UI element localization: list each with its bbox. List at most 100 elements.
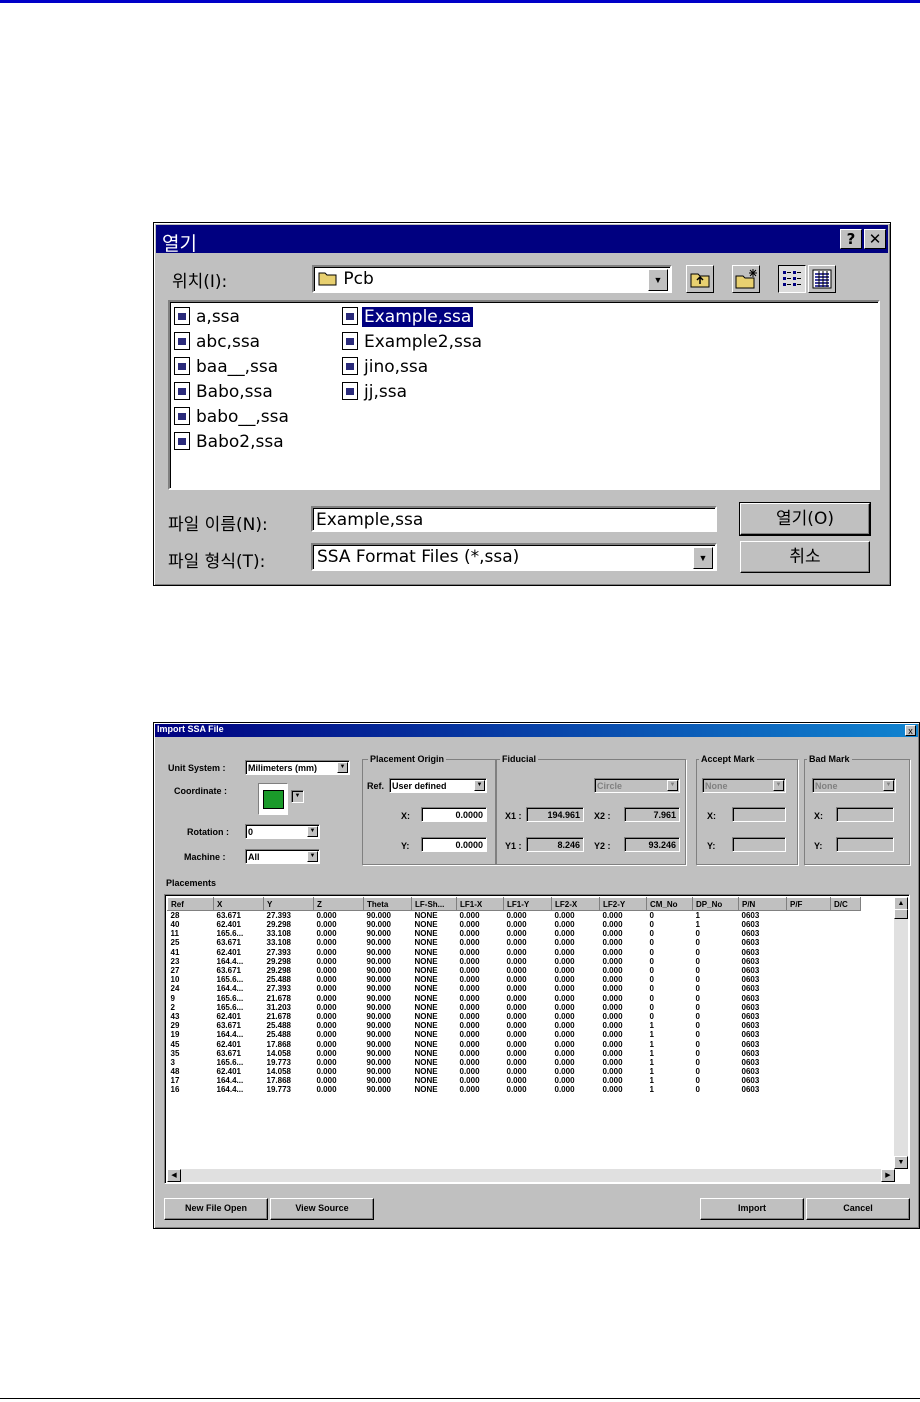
table-row[interactable]: 9 165.6... 21.678 0.000 90.000 NONE 0.000 0.000… xyxy=(168,994,861,1003)
list-view-button[interactable] xyxy=(778,265,806,293)
new-folder-button[interactable] xyxy=(732,265,760,293)
table-row[interactable]: 19 164.4... 25.488 0.000 90.000 NONE 0.000 0.00… xyxy=(168,1030,861,1039)
unit-system-combo[interactable]: Milimeters (mm) ▼ xyxy=(245,760,350,775)
file-list[interactable]: a,ssa abc,ssa baa__,ssa Babo,ssa babo__,… xyxy=(168,300,880,490)
column-header[interactable]: P/N xyxy=(738,897,787,911)
close-button[interactable]: x xyxy=(905,725,916,736)
table-cell: 21.678 xyxy=(266,1011,291,1021)
table-row[interactable]: 41 62.401 27.393 0.000 90.000 NONE 0.000 0.000 0… xyxy=(168,948,861,957)
details-view-button[interactable] xyxy=(808,265,836,293)
cancel-button[interactable]: Cancel xyxy=(806,1198,910,1220)
location-combo[interactable]: Pcb ▼ xyxy=(312,265,672,293)
column-header[interactable]: CM_No xyxy=(646,897,693,911)
horizontal-scrollbar[interactable]: ◀ ▶ xyxy=(167,1169,895,1182)
column-header[interactable]: LF2-Y xyxy=(599,897,647,911)
filetype-dropdown-button[interactable]: ▼ xyxy=(693,547,713,569)
table-cell xyxy=(787,929,831,938)
view-source-button[interactable]: View Source xyxy=(270,1198,374,1220)
filename-input[interactable] xyxy=(316,510,702,530)
placements-grid[interactable]: Ref X Y Z Theta LF-Sh... LF1-X LF1-Y LF2-X LF2-Y C… xyxy=(164,894,910,1184)
chevron-down-icon[interactable]: ▼ xyxy=(307,851,318,862)
list-item[interactable]: babo__,ssa xyxy=(174,407,291,429)
table-cell: 0 xyxy=(695,1011,700,1021)
column-header[interactable]: D/C xyxy=(830,897,861,911)
table-row[interactable]: 17 164.4... 17.868 0.000 90.000 NONE 0.000 0.00… xyxy=(168,1076,861,1085)
column-header[interactable]: Y xyxy=(263,897,314,911)
scroll-left-icon[interactable]: ◀ xyxy=(167,1169,181,1182)
table-row[interactable]: 2 165.6... 31.203 0.000 90.000 NONE 0.000 0.000… xyxy=(168,1003,861,1012)
fiducial-shape-combo[interactable]: Circle ▼ xyxy=(594,778,680,793)
y1-value: 8.246 xyxy=(557,840,580,850)
table-row[interactable]: 48 62.401 14.058 0.000 90.000 NONE 0.000 0.000 0… xyxy=(168,1067,861,1076)
table-cell: 0.000 xyxy=(459,920,480,930)
table-cell: NONE xyxy=(414,993,438,1003)
import-button[interactable]: Import xyxy=(700,1198,804,1220)
table-row[interactable]: 3 165.6... 19.773 0.000 90.000 NONE 0.000 0.000… xyxy=(168,1058,861,1067)
origin-y-field[interactable]: 0.0000 xyxy=(421,837,487,852)
y2-label: Y2 : xyxy=(594,841,611,851)
chevron-down-icon[interactable]: ▼ xyxy=(307,826,318,837)
chevron-down-icon[interactable]: ▼ xyxy=(667,780,678,791)
coordinate-picker[interactable] xyxy=(258,783,288,815)
cancel-button[interactable]: 취소 xyxy=(740,541,870,573)
vertical-scrollbar[interactable]: ▲ ▼ xyxy=(894,897,908,1169)
list-item[interactable]: Example2,ssa xyxy=(342,332,484,354)
scroll-down-icon[interactable]: ▼ xyxy=(894,1156,908,1169)
table-row[interactable]: 28 63.671 27.393 0.000 90.000 NONE 0.000 0.000 0… xyxy=(168,911,861,921)
table-row[interactable]: 43 62.401 21.678 0.000 90.000 NONE 0.000 0.000 0… xyxy=(168,1012,861,1021)
open-button[interactable]: 열기(O) xyxy=(739,502,871,536)
list-item[interactable]: jj,ssa xyxy=(342,382,409,404)
location-dropdown-button[interactable]: ▼ xyxy=(648,269,668,291)
chevron-down-icon[interactable]: ▼ xyxy=(337,762,348,773)
close-button[interactable]: ✕ xyxy=(864,229,886,249)
list-item[interactable]: jino,ssa xyxy=(342,357,430,379)
rotation-combo[interactable]: 0 ▼ xyxy=(245,824,320,839)
table-row[interactable]: 24 164.4... 27.393 0.000 90.000 NONE 0.000 0.00… xyxy=(168,984,861,993)
column-header[interactable]: P/F xyxy=(786,897,831,911)
column-header[interactable]: Ref xyxy=(167,897,214,911)
table-row[interactable]: 16 164.4... 19.773 0.000 90.000 NONE 0.000 0.00… xyxy=(168,1085,861,1094)
filename-field[interactable] xyxy=(311,506,717,532)
table-cell xyxy=(787,957,831,966)
table-row[interactable]: 11 165.6... 33.108 0.000 90.000 NONE 0.000 0.00… xyxy=(168,929,861,938)
column-header[interactable]: DP_No xyxy=(692,897,739,911)
list-item[interactable]: baa__,ssa xyxy=(174,357,280,379)
list-item[interactable]: a,ssa xyxy=(174,307,242,329)
column-header[interactable]: LF2-X xyxy=(551,897,600,911)
column-header[interactable]: Z xyxy=(313,897,364,911)
table-row[interactable]: 27 63.671 29.298 0.000 90.000 NONE 0.000 0.000 0… xyxy=(168,966,861,975)
list-item[interactable]: abc,ssa xyxy=(174,332,262,354)
column-header[interactable]: LF1-Y xyxy=(503,897,552,911)
list-item[interactable]: Babo2,ssa xyxy=(174,432,286,454)
filetype-combo[interactable]: SSA Format Files (*,ssa) ▼ xyxy=(311,543,717,571)
table-cell: 0603 xyxy=(741,1030,760,1040)
column-header[interactable]: LF1-X xyxy=(456,897,504,911)
scroll-thumb[interactable] xyxy=(894,909,908,919)
placements-table[interactable]: Ref X Y Z Theta LF-Sh... LF1-X LF1-Y LF2-X LF2-Y C… xyxy=(167,897,861,1095)
table-cell: 90.000 xyxy=(366,911,391,920)
help-button[interactable]: ? xyxy=(840,229,862,249)
column-header[interactable]: Theta xyxy=(363,897,412,911)
table-cell: 0 xyxy=(695,956,700,966)
table-row[interactable]: 40 62.401 29.298 0.000 90.000 NONE 0.000 0.000 0… xyxy=(168,920,861,929)
table-row[interactable]: 25 63.671 33.108 0.000 90.000 NONE 0.000 0.000 0… xyxy=(168,938,861,947)
list-item[interactable]: Babo,ssa xyxy=(174,382,275,404)
column-header[interactable]: X xyxy=(213,897,264,911)
column-header[interactable]: LF-Sh... xyxy=(411,897,457,911)
table-row[interactable]: 45 62.401 17.868 0.000 90.000 NONE 0.000 0.000 0… xyxy=(168,1039,861,1049)
table-row[interactable]: 35 63.671 14.058 0.000 90.000 NONE 0.000 0.000 0… xyxy=(168,1049,861,1058)
machine-combo[interactable]: All ▼ xyxy=(245,849,320,864)
scroll-right-icon[interactable]: ▶ xyxy=(881,1169,895,1182)
coordinate-dropdown-button[interactable]: ▼ xyxy=(291,790,304,803)
table-cell xyxy=(787,1076,831,1085)
ref-combo[interactable]: User defined ▼ xyxy=(389,778,487,793)
table-row[interactable]: 23 164.4... 29.298 0.000 90.000 NONE 0.000 0.00… xyxy=(168,957,861,966)
list-item-selected[interactable]: Example,ssa xyxy=(342,306,475,329)
up-one-level-button[interactable] xyxy=(686,265,714,293)
chevron-down-icon[interactable]: ▼ xyxy=(474,780,485,791)
new-file-open-button[interactable]: New File Open xyxy=(164,1198,268,1220)
table-cell: 164.4... xyxy=(216,1030,244,1040)
table-row[interactable]: 29 63.671 25.488 0.000 90.000 NONE 0.000 0.000 0… xyxy=(168,1021,861,1030)
table-row[interactable]: 10 165.6... 25.488 0.000 90.000 NONE 0.000 0.00… xyxy=(168,975,861,984)
origin-x-field[interactable]: 0.0000 xyxy=(421,807,487,822)
